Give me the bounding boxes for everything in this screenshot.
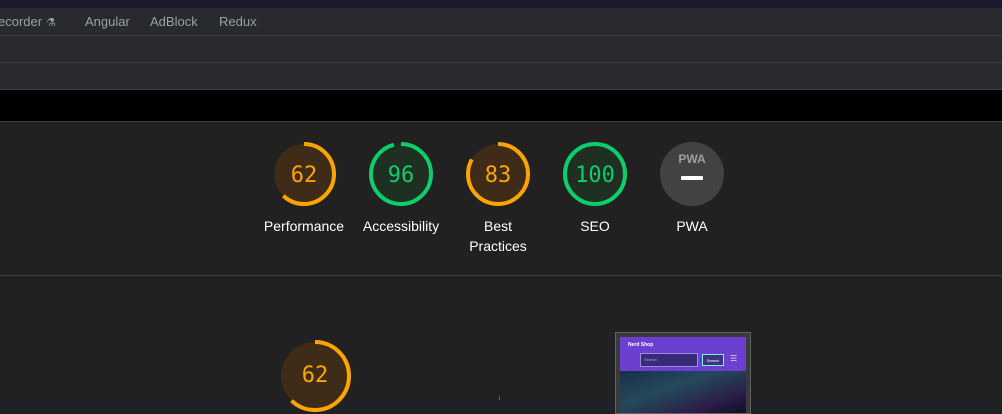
pwa-badge-text: PWA [678, 152, 706, 166]
tab-redux[interactable]: Redux [219, 14, 257, 29]
tab-adblock[interactable]: AdBlock [150, 14, 198, 29]
gauge-best-practices-ring: 83 [466, 142, 530, 206]
performance-main-score: 62 [302, 363, 329, 388]
gauge-accessibility-score: 96 [388, 163, 415, 188]
report-topbar [0, 90, 1002, 122]
page-screenshot-thumbnail[interactable]: Nerd Shop Search Search ☰ [615, 332, 751, 414]
gauge-seo-ring: 100 [563, 142, 627, 206]
gauge-performance-score: 62 [291, 163, 318, 188]
performance-main-gauge: 62 [279, 340, 351, 412]
performance-section [0, 276, 1002, 400]
gauge-accessibility-label: Accessibility [362, 218, 440, 234]
gauge-best-practices[interactable]: 83 Best Practices [450, 141, 546, 256]
hamburger-icon: ☰ [730, 354, 738, 363]
gauge-performance-ring: 62 [272, 142, 336, 206]
thumb-brand: Nerd Shop [628, 342, 654, 348]
tab-recorder[interactable]: ecorder ⚗ [0, 14, 56, 29]
gauge-best-practices-label: Best Practices [469, 218, 527, 254]
thumb-hero-image [620, 371, 746, 413]
gauge-seo-score: 100 [575, 163, 615, 188]
devtools-tabbar: ecorder ⚗ Angular AdBlock Redux [0, 8, 1002, 36]
gauge-accessibility-ring: 96 [369, 142, 433, 206]
gauge-accessibility[interactable]: 96 Accessibility [353, 141, 449, 236]
gauge-seo[interactable]: 100 SEO [547, 141, 643, 236]
thumb-search-button: Search [702, 354, 724, 366]
gauge-pwa[interactable]: PWA PWA [644, 141, 740, 236]
window-top-strip [0, 0, 1002, 8]
thumb-header: Nerd Shop Search Search ☰ [620, 337, 746, 371]
gauge-seo-label: SEO [580, 218, 610, 234]
gauge-performance[interactable]: 62 Performance [256, 141, 352, 236]
thumb-search-input: Search [640, 353, 698, 367]
report-toolbar [0, 63, 1002, 90]
gauge-pwa-label: PWA [676, 218, 708, 234]
tab-angular[interactable]: Angular [85, 14, 130, 29]
section-divider [499, 396, 500, 400]
devtools-toolbar [0, 36, 1002, 63]
pwa-badge-icon: PWA [660, 142, 724, 206]
gauge-performance-label: Performance [263, 218, 345, 234]
gauge-best-practices-score: 83 [485, 163, 512, 188]
flask-icon: ⚗ [46, 17, 56, 29]
